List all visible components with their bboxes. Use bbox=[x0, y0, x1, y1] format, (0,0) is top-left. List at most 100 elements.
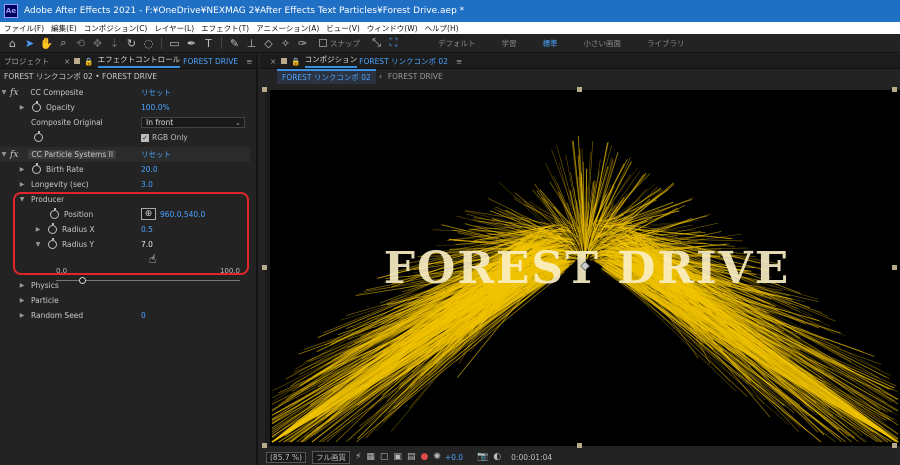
orbit-camera-icon[interactable]: ⟲ bbox=[72, 35, 89, 52]
layer-handle[interactable] bbox=[577, 443, 582, 448]
property-row-rgb-only[interactable]: ✓ RGB Only bbox=[0, 130, 250, 145]
property-group-particle[interactable]: ▶ Particle bbox=[0, 293, 250, 308]
exposure-reset-icon[interactable]: ✺ bbox=[433, 452, 441, 462]
show-snapshot-icon[interactable]: ◐ bbox=[493, 452, 501, 462]
stopwatch-icon[interactable] bbox=[34, 131, 43, 142]
menu-composition[interactable]: コンポジション(C) bbox=[80, 23, 151, 34]
snap-edge-icon[interactable]: ⤡ bbox=[368, 35, 385, 52]
expand-triangle-icon[interactable]: ▶ bbox=[18, 282, 26, 289]
layer-handle[interactable] bbox=[892, 87, 897, 92]
layer-handle[interactable] bbox=[892, 443, 897, 448]
snap-toggle[interactable]: スナップ bbox=[319, 38, 360, 49]
comp-breadcrumb-active[interactable]: FOREST リンクコンポ 02 bbox=[277, 68, 376, 84]
tab-effect-controls[interactable]: × 🔒 エフェクトコントロール FOREST DRIVE ≡ bbox=[64, 54, 252, 68]
property-row-birth-rate[interactable]: ▶ Birth Rate 20.0 bbox=[0, 162, 250, 177]
collapse-triangle-icon[interactable]: ▼ bbox=[0, 151, 8, 158]
property-value-birth-rate[interactable]: 20.0 bbox=[141, 165, 158, 174]
composition-canvas[interactable]: FOREST DRIVE bbox=[265, 90, 900, 446]
property-row-opacity[interactable]: ▶ Opacity 100.0% bbox=[0, 100, 250, 115]
composition-tab-label[interactable]: コンポジション bbox=[304, 54, 358, 68]
home-icon[interactable]: ⌂ bbox=[4, 35, 21, 52]
composition-tab-comp-name[interactable]: FOREST リンクコンポ 02 bbox=[359, 56, 448, 67]
property-value-random-seed[interactable]: 0 bbox=[141, 311, 146, 320]
menu-edit[interactable]: 編集(E) bbox=[47, 23, 80, 34]
dolly-camera-icon[interactable]: ⇣ bbox=[106, 35, 123, 52]
fast-preview-icon[interactable]: ⚡ bbox=[355, 452, 361, 462]
panel-menu-icon[interactable]: ≡ bbox=[246, 57, 252, 66]
lock-icon[interactable]: 🔒 bbox=[291, 57, 300, 66]
stopwatch-icon[interactable] bbox=[32, 101, 41, 112]
fx-toggle-icon[interactable]: fx bbox=[10, 150, 18, 160]
chevron-left-icon[interactable]: ‹ bbox=[379, 72, 382, 81]
exposure-value[interactable]: +0.0 bbox=[445, 453, 463, 462]
workspace-standard[interactable]: 標準 bbox=[543, 38, 558, 49]
menu-view[interactable]: ビュー(V) bbox=[322, 23, 362, 34]
lock-icon[interactable]: 🔒 bbox=[84, 57, 93, 66]
reset-link-cc-composite[interactable]: リセット bbox=[141, 87, 171, 98]
transparency-grid-icon[interactable]: ▦ bbox=[366, 452, 375, 462]
close-icon[interactable]: × bbox=[64, 57, 70, 66]
pan-behind-tool-icon[interactable]: ◌ bbox=[140, 35, 157, 52]
pan-camera-icon[interactable]: ✥ bbox=[89, 35, 106, 52]
puppet-tool-icon[interactable]: ✑ bbox=[294, 35, 311, 52]
menu-help[interactable]: ヘルプ(H) bbox=[421, 23, 462, 34]
layer-handle[interactable] bbox=[262, 87, 267, 92]
clone-stamp-tool-icon[interactable]: ⊥ bbox=[243, 35, 260, 52]
workspace-small-screen[interactable]: 小さい画面 bbox=[584, 38, 622, 49]
checkbox-checked-icon[interactable]: ✓ bbox=[141, 133, 149, 142]
property-value-longevity[interactable]: 3.0 bbox=[141, 180, 153, 189]
roto-brush-tool-icon[interactable]: ✧ bbox=[277, 35, 294, 52]
eraser-tool-icon[interactable]: ◇ bbox=[260, 35, 277, 52]
menu-animation[interactable]: アニメーション(A) bbox=[252, 23, 322, 34]
comp-breadcrumb-layer[interactable]: FOREST DRIVE bbox=[388, 72, 443, 81]
color-channel-icon[interactable]: ● bbox=[420, 452, 428, 462]
snapshot-camera-icon[interactable]: 📷 bbox=[477, 452, 488, 462]
rectangle-tool-icon[interactable]: ▭ bbox=[166, 35, 183, 52]
layer-handle[interactable] bbox=[892, 265, 897, 270]
menu-file[interactable]: ファイル(F) bbox=[0, 23, 47, 34]
resolution-dropdown[interactable]: フル画質 bbox=[312, 450, 351, 464]
zoom-dropdown[interactable]: (85.7 %) bbox=[266, 451, 307, 463]
workspace-learn[interactable]: 学習 bbox=[502, 38, 517, 49]
panel-menu-icon[interactable]: ≡ bbox=[456, 57, 462, 66]
close-icon[interactable]: × bbox=[270, 57, 276, 66]
layer-handle[interactable] bbox=[577, 87, 582, 92]
menu-layer[interactable]: レイヤー(L) bbox=[150, 23, 197, 34]
region-of-interest-icon[interactable]: ▣ bbox=[393, 452, 402, 462]
zoom-tool-icon[interactable]: ⌕ bbox=[55, 35, 72, 52]
stopwatch-icon[interactable] bbox=[32, 163, 41, 174]
expand-triangle-icon[interactable]: ▶ bbox=[18, 166, 26, 173]
reset-link-cc-particle-systems[interactable]: リセット bbox=[141, 149, 171, 160]
brush-tool-icon[interactable]: ✎ bbox=[226, 35, 243, 52]
menu-window[interactable]: ウィンドウ(W) bbox=[363, 23, 421, 34]
expand-triangle-icon[interactable]: ▶ bbox=[18, 312, 26, 319]
property-row-longevity[interactable]: ▶ Longevity (sec) 3.0 bbox=[0, 177, 250, 192]
workspace-libraries[interactable]: ライブラリ bbox=[647, 38, 685, 49]
snap-guides-icon[interactable]: ⛶ bbox=[385, 35, 402, 52]
current-timecode[interactable]: 0:00:01:04 bbox=[511, 453, 552, 462]
type-tool-icon[interactable]: T bbox=[200, 35, 217, 52]
mask-path-icon[interactable]: ▢ bbox=[380, 452, 389, 462]
fx-toggle-icon[interactable]: fx bbox=[10, 88, 18, 98]
expand-triangle-icon[interactable]: ▶ bbox=[18, 297, 26, 304]
rgb-only-checkbox[interactable]: ✓ RGB Only bbox=[141, 133, 188, 142]
expand-triangle-icon[interactable]: ▶ bbox=[18, 104, 26, 111]
layer-handle[interactable] bbox=[262, 443, 267, 448]
hand-tool-icon[interactable]: ✋ bbox=[38, 35, 55, 52]
pen-tool-icon[interactable]: ✒ bbox=[183, 35, 200, 52]
effect-row-cc-composite[interactable]: ▼ fx CC Composite リセット bbox=[0, 85, 250, 100]
rotate-tool-icon[interactable]: ↻ bbox=[123, 35, 140, 52]
selection-tool-icon[interactable]: ➤ bbox=[21, 35, 38, 52]
effect-row-cc-particle-systems[interactable]: ▼ fx CC Particle Systems II リセット bbox=[0, 147, 250, 162]
property-row-random-seed[interactable]: ▶ Random Seed 0 bbox=[0, 308, 250, 323]
property-group-physics[interactable]: ▶ Physics bbox=[0, 278, 250, 293]
property-value-opacity[interactable]: 100.0% bbox=[141, 103, 170, 112]
workspace-default[interactable]: デフォルト bbox=[438, 38, 476, 49]
effect-controls-layer-name[interactable]: FOREST DRIVE bbox=[183, 57, 238, 66]
menu-effect[interactable]: エフェクト(T) bbox=[197, 23, 252, 34]
layer-handle[interactable] bbox=[262, 265, 267, 270]
tab-project[interactable]: プロジェクト bbox=[0, 56, 64, 67]
composite-original-dropdown[interactable]: In front ⌄ bbox=[141, 117, 245, 128]
property-row-composite-original[interactable]: Composite Original In front ⌄ bbox=[0, 115, 250, 130]
collapse-triangle-icon[interactable]: ▼ bbox=[0, 89, 8, 96]
